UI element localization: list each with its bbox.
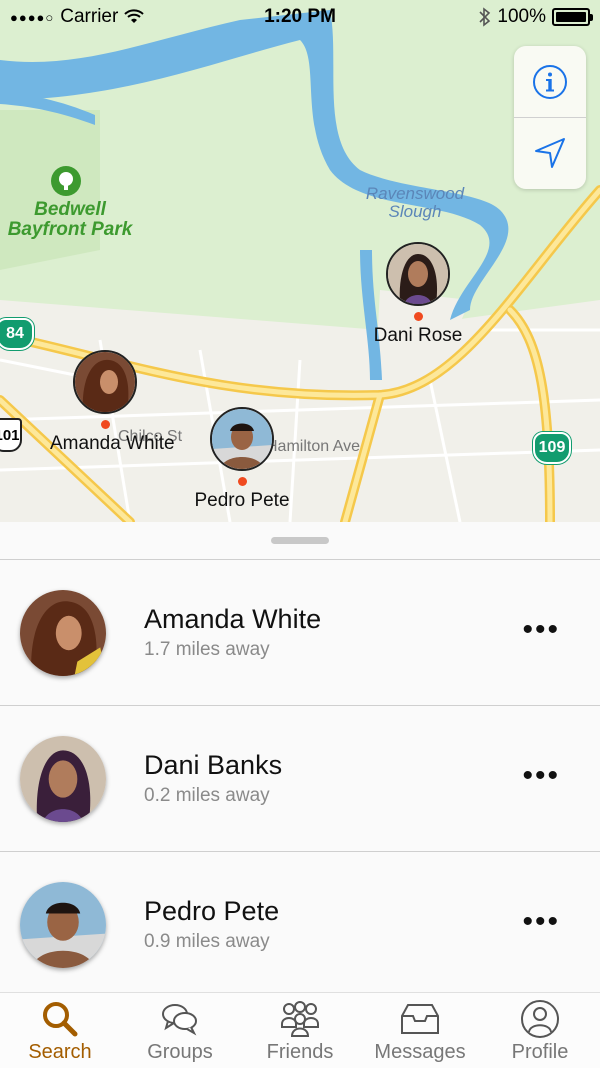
tab-messages[interactable]: Messages — [360, 993, 480, 1068]
tab-groups[interactable]: Groups — [120, 993, 240, 1068]
bluetooth-icon — [479, 7, 491, 27]
wifi-icon — [124, 9, 145, 23]
list-item[interactable]: Amanda White 1.7 miles away ••• — [0, 560, 600, 706]
carrier-label: Carrier — [60, 6, 119, 27]
tab-label: Profile — [511, 1041, 569, 1063]
tab-bar: Search Groups Friends Messages Profile — [0, 992, 600, 1068]
profile-icon — [521, 1000, 559, 1038]
avatar — [20, 881, 106, 968]
map-pin-pedro-pete[interactable]: Pedro Pete — [187, 407, 297, 512]
groups-icon — [162, 1004, 197, 1036]
locate-button[interactable] — [514, 117, 586, 188]
more-options-button[interactable]: ••• — [522, 906, 560, 936]
us-route-badge: 101 — [0, 418, 22, 452]
location-dot — [100, 420, 110, 429]
more-options-button[interactable]: ••• — [522, 760, 560, 790]
avatar — [386, 242, 450, 306]
list-item[interactable]: Pedro Pete 0.9 miles away ••• — [0, 852, 600, 998]
tab-label: Search — [28, 1041, 92, 1063]
messages-icon — [401, 1004, 439, 1034]
battery-icon — [552, 8, 593, 26]
park-label: Bedwell Bayfront Park — [7, 199, 133, 240]
tab-label: Friends — [266, 1041, 334, 1063]
status-bar: ●●●●○ Carrier 1:20 PM 100% — [0, 0, 600, 34]
tab-label: Messages — [374, 1041, 466, 1063]
route-badge: 109 — [533, 432, 571, 464]
route-badge: 84 — [0, 318, 34, 350]
pin-label: Amanda White — [50, 433, 175, 454]
signal-strength: ●●●●○ — [10, 9, 55, 25]
avatar — [20, 735, 106, 822]
tab-profile[interactable]: Profile — [480, 993, 600, 1068]
avatar — [73, 350, 137, 414]
more-options-button[interactable]: ••• — [522, 614, 560, 644]
friends-icon — [281, 1001, 319, 1037]
tab-label: Groups — [147, 1041, 213, 1063]
sheet-handle[interactable] — [0, 522, 600, 560]
map-controls — [514, 46, 586, 189]
search-icon — [43, 1002, 78, 1037]
pin-label: Pedro Pete — [194, 490, 290, 511]
grabber[interactable] — [271, 537, 329, 544]
water-label: Ravenswood Slough — [365, 184, 465, 221]
map-pin-amanda-white[interactable]: Amanda White — [50, 350, 175, 455]
map-view[interactable]: Bedwell Bayfront Park Ravenswood Slough … — [0, 0, 600, 522]
tab-search[interactable]: Search — [0, 993, 120, 1068]
info-icon — [533, 64, 567, 99]
list-item[interactable]: Dani Banks 0.2 miles away ••• — [0, 706, 600, 852]
location-dot — [413, 312, 423, 321]
avatar — [210, 407, 274, 471]
location-arrow-icon — [535, 138, 565, 168]
map-pin-dani-rose[interactable]: Dani Rose — [363, 242, 473, 347]
pin-label: Dani Rose — [373, 325, 463, 346]
avatar — [20, 589, 106, 676]
location-dot — [237, 477, 247, 486]
battery-fill — [556, 12, 586, 22]
friends-sheet: Amanda White 1.7 miles away ••• Dani Ban… — [0, 522, 600, 998]
tab-friends[interactable]: Friends — [240, 993, 360, 1068]
battery-percent: 100% — [497, 6, 546, 27]
info-button[interactable] — [514, 46, 586, 117]
